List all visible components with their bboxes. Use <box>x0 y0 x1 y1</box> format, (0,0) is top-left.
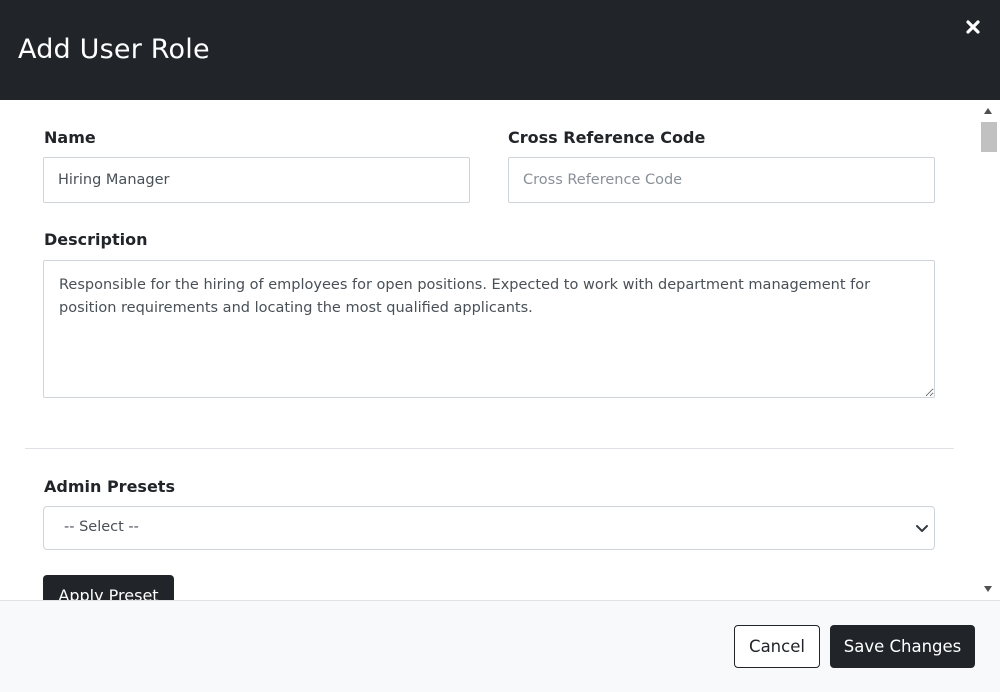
admin-presets-selected-value: -- Select -- <box>64 519 139 535</box>
chevron-down-icon <box>916 525 928 532</box>
scroll-up-arrow-icon[interactable] <box>984 108 992 114</box>
close-button[interactable] <box>960 14 986 40</box>
apply-preset-label: Apply Preset <box>58 585 159 601</box>
scroll-down-arrow-icon[interactable] <box>984 586 992 592</box>
close-icon <box>966 20 980 34</box>
description-textarea[interactable]: Responsible for the hiring of employees … <box>43 260 935 398</box>
name-input[interactable] <box>43 157 470 203</box>
modal-body-scrollbar[interactable] <box>978 100 1000 600</box>
cross-reference-code-label: Cross Reference Code <box>508 128 706 147</box>
apply-preset-button[interactable]: Apply Preset <box>43 575 174 600</box>
admin-presets-label: Admin Presets <box>44 477 175 496</box>
save-changes-button[interactable]: Save Changes <box>830 625 975 668</box>
modal-header: Add User Role <box>0 0 1000 100</box>
modal-body: Name Cross Reference Code Description Re… <box>0 100 1000 600</box>
cross-reference-code-input[interactable] <box>508 157 935 203</box>
admin-presets-select[interactable]: -- Select -- <box>43 506 935 550</box>
modal-footer: Cancel Save Changes <box>0 600 1000 692</box>
section-divider <box>25 448 954 449</box>
scrollbar-thumb[interactable] <box>981 122 997 152</box>
cancel-button[interactable]: Cancel <box>734 625 820 668</box>
description-label: Description <box>44 230 148 249</box>
name-label: Name <box>44 128 96 147</box>
modal-title: Add User Role <box>18 34 210 65</box>
